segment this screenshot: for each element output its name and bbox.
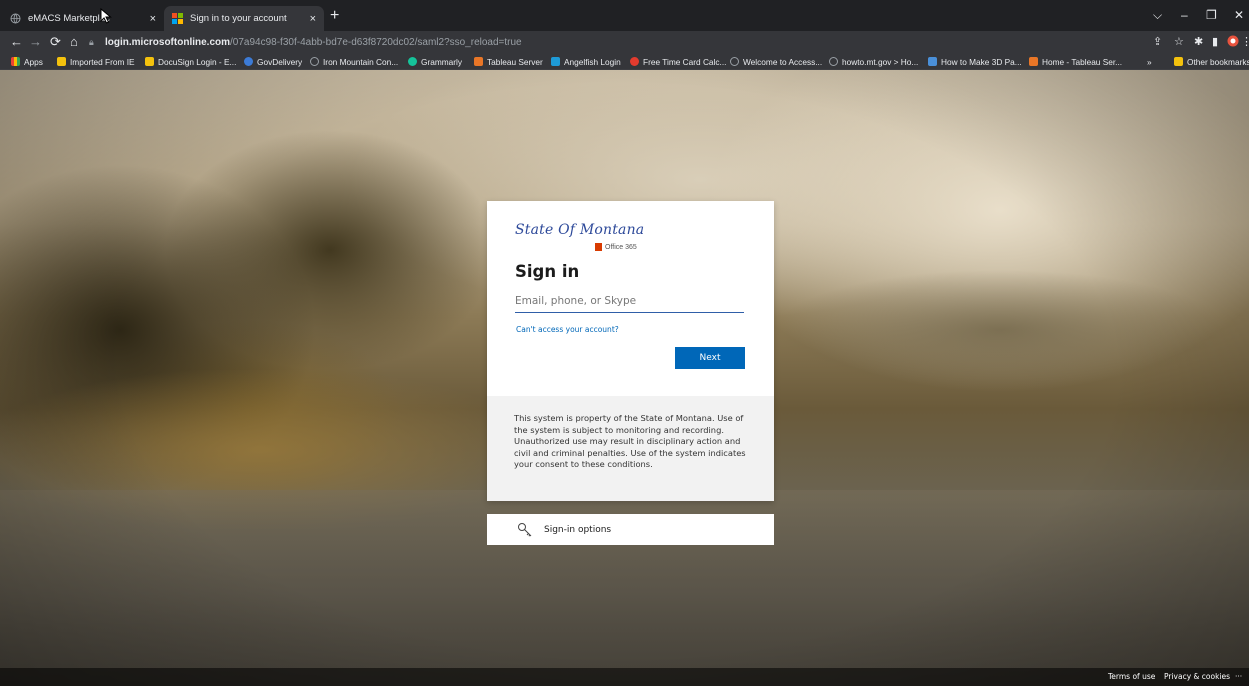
close-window-button[interactable]: ✕ [1234, 8, 1244, 22]
legal-notice-text: This system is property of the State of … [514, 413, 746, 469]
bookmark-howto-mt-gov[interactable]: howto.mt.gov > Ho... [829, 55, 918, 68]
url-host: login.microsoftonline.com [105, 36, 231, 48]
sign-in-options-label: Sign-in options [544, 524, 612, 535]
bookmark-imported-from-ie[interactable]: Imported From IE [57, 55, 135, 68]
reload-icon[interactable]: ⟳ [50, 34, 61, 49]
sign-in-title: Sign in [515, 262, 580, 281]
bookmark-docusign[interactable]: DocuSign Login - E... [145, 55, 236, 68]
address-bar[interactable]: 🔒︎ login.microsoftonline.com /07a94c98-f… [89, 34, 1135, 50]
tableau-icon [474, 57, 483, 66]
apps-grid-icon [11, 57, 20, 66]
minimize-button[interactable]: – [1181, 8, 1188, 22]
share-icon[interactable]: ⇪ [1153, 35, 1162, 48]
state-of-montana-logo: State Of Montana Office 365 [515, 222, 645, 251]
tab-emacs-marketplace[interactable]: eMACS Marketplac × [2, 6, 164, 31]
angelfish-icon [551, 57, 560, 66]
bookmark-home-tableau[interactable]: Home - Tableau Ser... [1029, 55, 1122, 68]
new-tab-button[interactable]: + [330, 8, 339, 24]
grammarly-icon [408, 57, 417, 66]
bookmark-tableau-server[interactable]: Tableau Server [474, 55, 543, 68]
bookmarks-bar: Apps Imported From IE DocuSign Login - E… [0, 53, 1249, 70]
sign-in-options-button[interactable]: Sign-in options [487, 514, 774, 545]
tab-title: Sign in to your account [190, 13, 287, 24]
email-input[interactable] [515, 290, 744, 313]
globe-icon [10, 13, 21, 24]
globe-icon [829, 57, 838, 66]
tableau-icon [1029, 57, 1038, 66]
image-icon [928, 57, 937, 66]
globe-icon [310, 57, 319, 66]
govdelivery-icon [244, 57, 253, 66]
sign-in-card: State Of Montana Office 365 Sign in Can'… [487, 201, 774, 501]
folder-icon [57, 57, 66, 66]
extensions-icon[interactable]: ✱ [1194, 35, 1203, 48]
bookmark-grammarly[interactable]: Grammarly [408, 55, 462, 68]
tab-sign-in[interactable]: Sign in to your account × [164, 6, 324, 31]
bookmark-angelfish[interactable]: Angelfish Login [551, 55, 621, 68]
mouse-cursor-icon [100, 8, 112, 24]
page-footer: Terms of use Privacy & cookies ··· [0, 668, 1249, 686]
bookmark-other-bookmarks[interactable]: Other bookmarks [1174, 55, 1249, 68]
tab-close-icon[interactable]: × [150, 13, 156, 25]
profile-avatar-icon[interactable] [1227, 35, 1239, 50]
time-card-icon [630, 57, 639, 66]
folder-icon [1174, 57, 1183, 66]
next-button[interactable]: Next [675, 347, 745, 369]
tab-strip: eMACS Marketplac × Sign in to your accou… [0, 0, 1249, 31]
docusign-icon [145, 57, 154, 66]
back-arrow-icon[interactable]: ← [10, 34, 23, 49]
cant-access-account-link[interactable]: Can't access your account? [516, 325, 619, 334]
bookmark-3d-pa[interactable]: How to Make 3D Pa... [928, 55, 1022, 68]
restore-button[interactable]: ❐ [1206, 8, 1217, 22]
legal-notice: This system is property of the State of … [487, 396, 774, 501]
bookmark-free-time-card[interactable]: Free Time Card Calc... [630, 55, 726, 68]
bookmarks-overflow-button[interactable]: » [1147, 55, 1152, 68]
key-icon [518, 522, 532, 537]
office-icon [595, 243, 602, 251]
bookmark-star-icon[interactable]: ☆ [1174, 35, 1184, 48]
home-icon[interactable]: ⌂ [70, 34, 78, 49]
more-options-icon[interactable]: ··· [1235, 672, 1242, 681]
bookmark-iron-mountain[interactable]: Iron Mountain Con... [310, 55, 398, 68]
globe-icon [730, 57, 739, 66]
microsoft-logo-icon [172, 13, 183, 24]
menu-icon[interactable]: ⋮ [1241, 35, 1249, 48]
lock-icon: 🔒︎ [89, 36, 94, 47]
side-panel-icon[interactable]: ▮ [1212, 35, 1218, 48]
forward-arrow-icon[interactable]: → [29, 34, 42, 49]
tab-title: eMACS Marketplac [28, 13, 110, 24]
privacy-cookies-link[interactable]: Privacy & cookies [1164, 672, 1230, 681]
bookmark-apps[interactable]: Apps [11, 55, 43, 68]
url-path: /07a94c98-f30f-4abb-bd7e-d63f8720dc02/sa… [230, 36, 522, 48]
tab-search-icon[interactable]: ⌵ [1153, 8, 1162, 23]
bookmark-govdelivery[interactable]: GovDelivery [244, 55, 302, 68]
terms-of-use-link[interactable]: Terms of use [1108, 672, 1155, 681]
browser-toolbar: ← → ⟳ ⌂ 🔒︎ login.microsoftonline.com /07… [0, 31, 1249, 53]
tab-close-icon[interactable]: × [310, 13, 316, 25]
bookmark-welcome-access[interactable]: Welcome to Access... [730, 55, 822, 68]
